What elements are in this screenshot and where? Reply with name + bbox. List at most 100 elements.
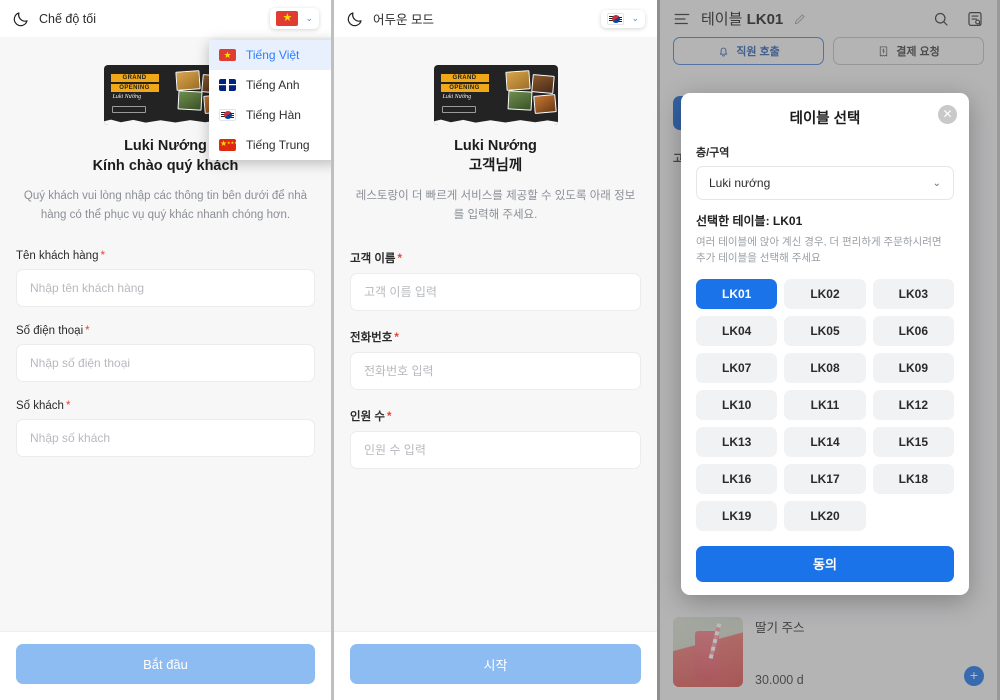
- field-label: Số khách *: [16, 400, 315, 412]
- required-marker: *: [386, 410, 392, 423]
- field-guests-vi: Số khách *: [16, 400, 315, 457]
- footer-vi: Bắt đầu: [0, 631, 331, 700]
- banner-script: Luki Nướng: [112, 94, 142, 100]
- guests-input-ko[interactable]: [350, 430, 641, 469]
- table-cell[interactable]: LK16: [696, 463, 778, 494]
- hero-title-line2: 고객님께: [468, 157, 523, 174]
- field-label: 인원 수 *: [350, 408, 641, 424]
- table-cell[interactable]: LK08: [784, 352, 866, 383]
- label-text: 전화번호: [350, 331, 393, 344]
- hero-subtitle-ko: 레스토랑이 더 빠르게 서비스를 제공할 수 있도록 아래 정보를 입력해 주세…: [355, 190, 636, 221]
- language-option-english[interactable]: Tiếng Anh: [209, 70, 331, 100]
- start-button-ko[interactable]: 시작: [350, 644, 641, 684]
- banner-torn-edge: [433, 119, 558, 125]
- field-phone-ko: 전화번호 *: [350, 329, 641, 390]
- dark-mode-label-ko: 어두운 모드: [373, 13, 434, 27]
- banner-photo-1: [174, 70, 201, 91]
- uk-flag-icon: [219, 79, 236, 91]
- banner-photo-3: [177, 90, 202, 111]
- field-label: 고객 이름 *: [350, 250, 641, 266]
- table-cell[interactable]: LK03: [872, 278, 954, 309]
- language-option-label: Tiếng Việt: [246, 48, 300, 62]
- customer-name-input-vi[interactable]: [16, 268, 315, 307]
- customer-form-panel-vi: Chế độ tối ⌄ GRAND OPENING Luki Nướng: [0, 0, 334, 700]
- form-vi: Tên khách hàng* Số điện thoại* Số khách*: [16, 250, 315, 457]
- confirm-button[interactable]: 동의: [696, 545, 954, 582]
- language-option-vietnamese[interactable]: Tiếng Việt: [209, 40, 331, 70]
- label-text: 인원 수: [350, 410, 385, 423]
- language-switcher-vi[interactable]: ⌄: [270, 8, 319, 29]
- label-text: 고객 이름: [350, 252, 396, 265]
- start-button-vi[interactable]: Bắt đầu: [16, 644, 315, 684]
- table-cell[interactable]: LK09: [872, 352, 954, 383]
- banner-cta-box: [441, 106, 476, 113]
- table-grid: LK01 LK02 LK03 LK04 LK05 LK06 LK07 LK08 …: [696, 278, 954, 531]
- field-customer-name-vi: Tên khách hàng *: [16, 250, 315, 307]
- language-option-label: Tiếng Anh: [246, 78, 300, 92]
- form-body-ko: GRAND OPENING Luki Nướng Luki Nướng 고객님께…: [334, 37, 657, 631]
- korea-flag-icon: [219, 109, 236, 121]
- required-marker: *: [397, 252, 402, 265]
- table-cell[interactable]: LK11: [784, 389, 866, 420]
- table-cell[interactable]: LK01: [696, 278, 778, 309]
- zone-selected-value: Luki nướng: [709, 176, 771, 190]
- table-cell[interactable]: LK18: [872, 463, 954, 494]
- china-flag-icon: ★★★★: [219, 139, 236, 151]
- topbar-vi: Chế độ tối ⌄: [0, 0, 331, 37]
- topbar-ko: 어두운 모드 ⌄: [334, 0, 657, 37]
- guests-input-vi[interactable]: [16, 418, 315, 457]
- field-label: Tên khách hàng *: [16, 250, 315, 262]
- customer-name-input-ko[interactable]: [350, 272, 641, 311]
- table-cell[interactable]: LK04: [696, 315, 778, 346]
- hero-title-line1: Luki Nướng: [454, 138, 537, 154]
- modal-title: 테이블 선택: [789, 111, 861, 127]
- table-cell[interactable]: LK13: [696, 426, 778, 457]
- label-text: Số điện thoại: [16, 324, 84, 337]
- app-stage: Chế độ tối ⌄ GRAND OPENING Luki Nướng: [0, 0, 1000, 700]
- chevron-down-icon: ⌄: [631, 13, 639, 23]
- table-cell[interactable]: LK14: [784, 426, 866, 457]
- language-option-label: Tiếng Hàn: [246, 108, 301, 122]
- field-label: 전화번호 *: [350, 329, 641, 345]
- field-label: Số điện thoại *: [16, 325, 315, 337]
- hero-title-ko: Luki Nướng 고객님께: [350, 137, 641, 176]
- language-option-chinese[interactable]: ★★★★ Tiếng Trung: [209, 130, 331, 160]
- table-cell[interactable]: LK02: [784, 278, 866, 309]
- moon-icon: [347, 11, 362, 26]
- language-switcher-ko[interactable]: ⌄: [601, 9, 645, 28]
- selected-table-label: 선택한 테이블: LK01: [696, 214, 803, 228]
- required-marker: *: [65, 399, 71, 412]
- phone-input-vi[interactable]: [16, 343, 315, 382]
- close-icon[interactable]: ✕: [938, 105, 957, 124]
- banner-photo-4: [532, 94, 557, 114]
- zone-select[interactable]: Luki nướng ⌄: [696, 166, 954, 200]
- language-option-korean[interactable]: Tiếng Hàn: [209, 100, 331, 130]
- dark-mode-label-vi: Chế độ tối: [39, 11, 96, 26]
- table-cell[interactable]: LK10: [696, 389, 778, 420]
- table-cell[interactable]: LK20: [784, 500, 866, 531]
- table-cell[interactable]: LK17: [784, 463, 866, 494]
- chevron-down-icon: ⌄: [932, 177, 941, 189]
- modal-hint: 여러 테이블에 앉아 계신 경우, 더 편리하게 주문하시려면 추가 테이블을 …: [696, 236, 942, 265]
- banner-line1: GRAND: [440, 74, 489, 82]
- hero-subtitle-vi: Quý khách vui lòng nhập các thông tin bê…: [23, 190, 308, 221]
- form-ko: 고객 이름* 전화번호* 인원 수*: [350, 250, 641, 469]
- customer-form-panel-ko: 어두운 모드 ⌄ GRAND OPENING Luki Nướng Luki N…: [334, 0, 660, 700]
- table-cell[interactable]: LK15: [872, 426, 954, 457]
- vietnam-flag-icon: [276, 11, 299, 26]
- field-guests-ko: 인원 수 *: [350, 408, 641, 469]
- table-cell[interactable]: LK07: [696, 352, 778, 383]
- required-marker: *: [100, 249, 105, 262]
- banner-cta-box: [111, 106, 146, 113]
- phone-input-ko[interactable]: [350, 351, 641, 390]
- table-cell[interactable]: LK06: [872, 315, 954, 346]
- banner-photo-1: [504, 70, 531, 91]
- table-cell[interactable]: LK12: [872, 389, 954, 420]
- table-cell[interactable]: LK19: [696, 500, 778, 531]
- required-marker: *: [85, 324, 90, 337]
- table-cell[interactable]: LK05: [784, 315, 866, 346]
- banner-line2: OPENING: [440, 84, 489, 92]
- hero-ko: GRAND OPENING Luki Nướng Luki Nướng 고객님께…: [350, 37, 641, 224]
- language-dropdown-menu: Tiếng Việt Tiếng Anh Tiếng Hàn ★★★★ Tiến…: [209, 40, 331, 160]
- vietnam-flag-icon: [219, 49, 236, 61]
